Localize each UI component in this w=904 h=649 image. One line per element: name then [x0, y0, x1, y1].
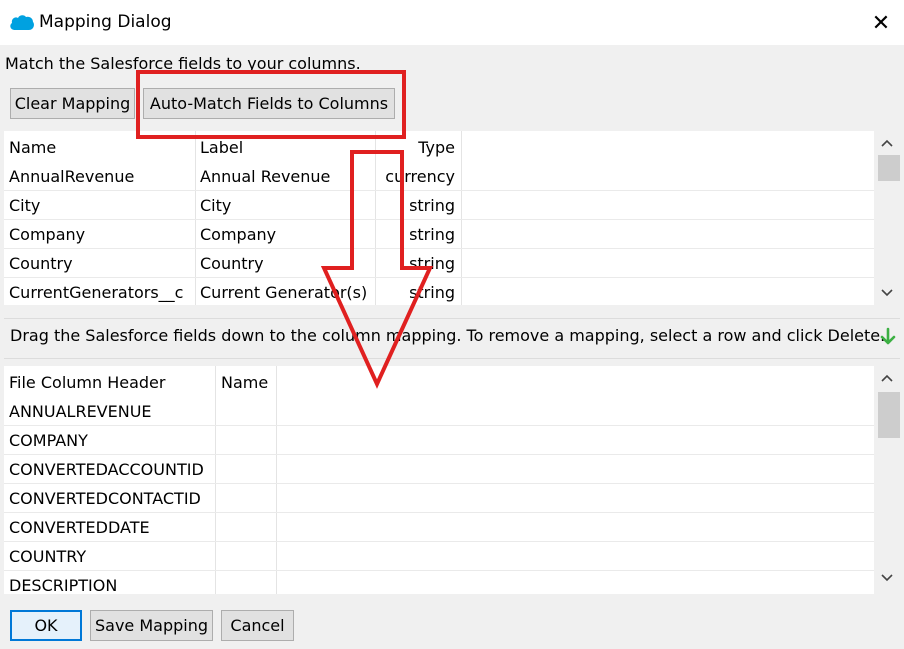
table-header-row: File Column Header Name [4, 368, 876, 397]
field-name-cell: CurrentGenerators__c [9, 283, 184, 302]
field-type-cell: string [409, 225, 455, 244]
green-down-arrow-icon [880, 327, 896, 345]
table-row[interactable]: COUNTRY [4, 542, 876, 571]
field-label-cell: Company [200, 225, 277, 244]
column-header-name[interactable]: Name [216, 368, 276, 397]
drag-hint-label: Drag the Salesforce fields down to the c… [10, 326, 886, 345]
table-row[interactable]: CONVERTEDDATE [4, 513, 876, 542]
file-column-cell: COUNTRY [9, 547, 87, 566]
scroll-down-arrow-icon[interactable] [874, 568, 900, 588]
close-button[interactable]: ✕ [866, 8, 896, 38]
mapped-name-cell [216, 571, 276, 594]
column-header-file-column[interactable]: File Column Header [4, 368, 214, 397]
mapped-name-cell [216, 484, 276, 513]
table-row[interactable]: Company Company string [4, 220, 876, 249]
window-title: Mapping Dialog [39, 12, 172, 32]
instruction-text: Match the Salesforce fields to your colu… [5, 54, 361, 73]
ok-button[interactable]: OK [10, 610, 82, 641]
fields-scrollbar[interactable] [874, 131, 900, 305]
field-name-cell: AnnualRevenue [9, 167, 135, 186]
field-type-cell: currency [385, 167, 455, 186]
column-header-name[interactable]: Name [4, 133, 194, 162]
field-label-cell: Annual Revenue [200, 167, 331, 186]
scroll-up-arrow-icon[interactable] [874, 133, 900, 153]
mapped-name-cell [216, 397, 276, 426]
file-column-cell: ANNUALREVENUE [9, 402, 152, 421]
divider [4, 358, 900, 359]
mapped-name-cell [216, 513, 276, 542]
field-name-cell: Country [9, 254, 73, 273]
table-row[interactable]: ANNUALREVENUE [4, 397, 876, 426]
field-type-cell: string [409, 254, 455, 273]
cancel-button[interactable]: Cancel [221, 610, 294, 641]
mapped-name-cell [216, 426, 276, 455]
scroll-thumb[interactable] [878, 392, 900, 438]
table-row[interactable]: DESCRIPTION [4, 571, 876, 594]
table-row[interactable]: CurrentGenerators__c Current Generator(s… [4, 278, 876, 305]
table-row[interactable]: COMPANY [4, 426, 876, 455]
table-row[interactable]: CONVERTEDACCOUNTID [4, 455, 876, 484]
close-icon: ✕ [871, 10, 891, 36]
table-row[interactable]: AnnualRevenue Annual Revenue currency [4, 162, 876, 191]
field-name-cell: City [9, 196, 41, 215]
clear-mapping-button[interactable]: Clear Mapping [10, 88, 135, 119]
table-row[interactable]: City City string [4, 191, 876, 220]
drag-hint-text: Drag the Salesforce fields down to the c… [10, 326, 885, 345]
field-type-cell: string [409, 196, 455, 215]
divider [4, 318, 900, 319]
column-header-label[interactable]: Label [195, 133, 375, 162]
mapped-name-cell [216, 455, 276, 484]
auto-match-button[interactable]: Auto-Match Fields to Columns [143, 88, 395, 119]
file-column-cell: CONVERTEDACCOUNTID [9, 460, 204, 479]
salesforce-fields-table: Name Label Type AnnualRevenue Annual Rev… [4, 131, 900, 305]
save-mapping-button[interactable]: Save Mapping [90, 610, 213, 641]
field-label-cell: Current Generator(s) [200, 283, 368, 302]
scroll-thumb[interactable] [878, 155, 900, 181]
field-label-cell: Country [200, 254, 264, 273]
file-column-cell: COMPANY [9, 431, 88, 450]
mapping-scrollbar[interactable] [874, 366, 900, 594]
table-header-row: Name Label Type [4, 133, 876, 162]
title-bar: Mapping Dialog ✕ [0, 0, 904, 45]
field-name-cell: Company [9, 225, 86, 244]
table-row[interactable]: Country Country string [4, 249, 876, 278]
table-row[interactable]: CONVERTEDCONTACTID [4, 484, 876, 513]
mapped-name-cell [216, 542, 276, 571]
field-label-cell: City [200, 196, 232, 215]
salesforce-cloud-icon [10, 15, 34, 30]
field-type-cell: string [409, 283, 455, 302]
column-header-type[interactable]: Type [376, 133, 461, 162]
scroll-up-arrow-icon[interactable] [874, 368, 900, 388]
file-column-cell: CONVERTEDCONTACTID [9, 489, 201, 508]
file-column-cell: CONVERTEDDATE [9, 518, 150, 537]
scroll-down-arrow-icon[interactable] [874, 283, 900, 303]
column-mapping-table: File Column Header Name ANNUALREVENUE CO… [4, 366, 900, 594]
file-column-cell: DESCRIPTION [9, 576, 118, 594]
